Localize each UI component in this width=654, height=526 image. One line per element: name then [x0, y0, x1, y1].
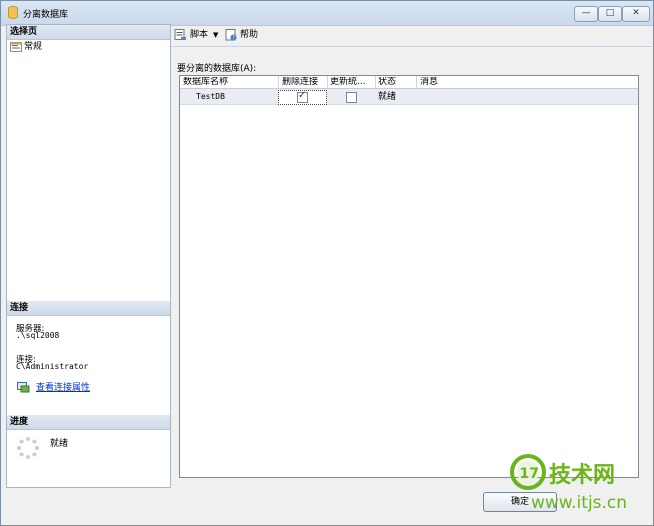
column-header-drop-connections[interactable]: 删除连接 [282, 77, 328, 88]
column-header-update-statistics[interactable]: 更新统... [330, 77, 374, 88]
progress-header: 进度 [7, 415, 170, 430]
grid-header: 数据库名称 删除连接 更新统... 状态 消息 [180, 76, 638, 89]
progress-status: 就绪 [50, 439, 69, 449]
watermark-url: www.itjs.cn [531, 493, 628, 513]
select-page-header: 选择页 [7, 25, 170, 40]
help-icon: ? [225, 28, 237, 41]
cell-status: 就绪 [378, 92, 397, 102]
databases-to-detach-caption: 要分离的数据库(A): [177, 64, 257, 74]
title-bar[interactable]: 分离数据库 — □ ✕ [1, 1, 653, 26]
toolbar: 脚本 ▼ ? 帮助 [171, 24, 652, 47]
detach-database-dialog: 分离数据库 — □ ✕ 选择页 常规 连接 服务器: .\sql2008 连接:… [0, 0, 654, 526]
page-item-label: 常规 [24, 42, 43, 52]
script-label: 脚本 [190, 30, 209, 40]
cell-database-name: TestDB [196, 92, 225, 101]
watermark-logo-text: 17 [520, 466, 539, 482]
close-button[interactable]: ✕ [622, 6, 650, 22]
minimize-button[interactable]: — [574, 6, 598, 22]
view-connection-properties-label: 查看连接属性 [36, 383, 91, 393]
help-label: 帮助 [240, 30, 259, 40]
column-separator[interactable] [416, 76, 417, 88]
column-header-database-name[interactable]: 数据库名称 [183, 77, 273, 88]
connection-value: C\Administrator [16, 362, 89, 371]
window-title: 分离数据库 [23, 10, 69, 20]
settings-page-icon [10, 41, 22, 52]
maximize-button[interactable]: □ [598, 6, 622, 22]
table-row[interactable]: TestDB 就绪 [180, 89, 638, 105]
database-icon [8, 6, 18, 19]
column-separator[interactable] [327, 76, 328, 88]
server-value: .\sql2008 [16, 331, 60, 340]
left-pane: 选择页 常规 连接 服务器: .\sql2008 连接: C\Administr… [6, 24, 171, 488]
drop-connections-checkbox[interactable] [297, 90, 308, 103]
script-button[interactable]: 脚本 [174, 28, 208, 42]
script-icon [174, 28, 186, 40]
site-watermark: 17 技术网 www.itjs.cn [509, 451, 649, 523]
update-statistics-checkbox[interactable] [346, 92, 357, 103]
page-item-general[interactable]: 常规 [10, 41, 42, 53]
databases-grid[interactable]: 数据库名称 删除连接 更新统... 状态 消息 TestDB 就绪 [179, 75, 639, 478]
connection-header: 连接 [7, 301, 170, 316]
script-dropdown-icon[interactable]: ▼ [213, 28, 218, 42]
column-header-message[interactable]: 消息 [420, 77, 480, 88]
column-separator[interactable] [278, 76, 279, 88]
column-separator[interactable] [375, 76, 376, 88]
column-header-status[interactable]: 状态 [378, 77, 414, 88]
progress-spinner-icon [17, 437, 39, 459]
svg-text:?: ? [232, 35, 235, 41]
connection-properties-icon [17, 382, 30, 393]
help-button[interactable]: ? 帮助 [225, 28, 258, 42]
watermark-brand: 技术网 [549, 463, 616, 488]
view-connection-properties-link[interactable]: 查看连接属性 [17, 382, 90, 395]
watermark-logo-icon: 17 [510, 454, 546, 490]
